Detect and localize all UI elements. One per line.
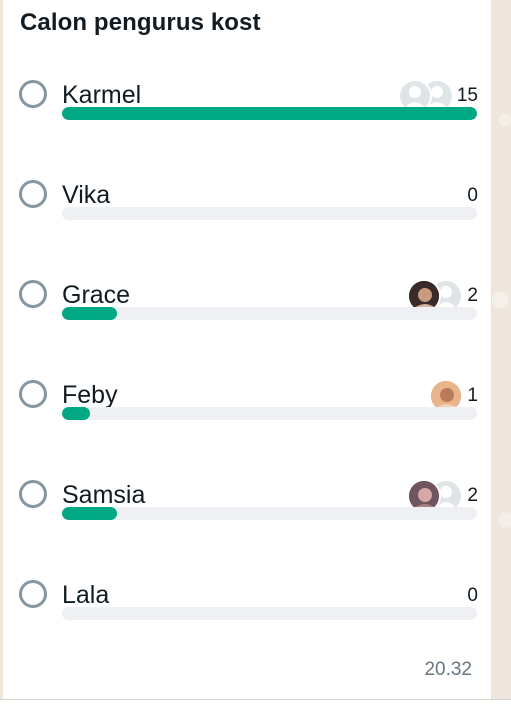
vote-progress-track bbox=[62, 407, 477, 420]
poll-title: Calon pengurus kost bbox=[20, 9, 261, 36]
vote-progress-fill bbox=[62, 507, 117, 520]
poll-option-1[interactable]: Karmel 15 bbox=[3, 79, 491, 160]
vote-count: 0 bbox=[467, 585, 478, 606]
radio-button[interactable] bbox=[19, 480, 47, 508]
vote-progress-fill bbox=[62, 407, 90, 420]
poll-option-label: Vika bbox=[62, 181, 111, 209]
poll-option-label: Lala bbox=[62, 581, 110, 609]
vote-count: 2 bbox=[467, 285, 478, 306]
vote-progress-track bbox=[62, 207, 477, 220]
vote-count: 0 bbox=[467, 185, 478, 206]
radio-button[interactable] bbox=[19, 80, 47, 108]
radio-button[interactable] bbox=[19, 180, 47, 208]
radio-button[interactable] bbox=[19, 380, 47, 408]
poll-option-4[interactable]: Feby 1 bbox=[3, 379, 491, 460]
poll-option-6[interactable]: Lala 0 bbox=[3, 580, 491, 660]
vote-progress-fill bbox=[62, 307, 117, 320]
poll-option-label: Karmel bbox=[62, 81, 142, 109]
vote-progress-fill bbox=[62, 107, 477, 120]
vote-progress-track bbox=[62, 307, 477, 320]
poll-option-3[interactable]: Grace 2 bbox=[3, 279, 491, 360]
radio-button[interactable] bbox=[19, 280, 47, 308]
radio-button[interactable] bbox=[19, 580, 47, 608]
poll-option-label: Samsia bbox=[62, 481, 146, 509]
vote-count: 15 bbox=[456, 85, 478, 106]
poll-option-label: Grace bbox=[62, 281, 131, 309]
poll-option-5[interactable]: Samsia 2 bbox=[3, 479, 491, 560]
vote-progress-track bbox=[62, 607, 477, 620]
vote-progress-track bbox=[62, 107, 477, 120]
poll-option-label: Feby bbox=[62, 381, 118, 409]
message-timestamp: 20.32 bbox=[424, 659, 472, 680]
view-votes-bar[interactable] bbox=[0, 700, 511, 715]
poll-card: Calon pengurus kost Karmel 15 Vika 0 Grace 2 F… bbox=[3, 0, 492, 699]
vote-count: 2 bbox=[467, 485, 478, 506]
vote-count: 1 bbox=[467, 385, 478, 406]
vote-progress-track bbox=[62, 507, 477, 520]
poll-option-2[interactable]: Vika 0 bbox=[3, 180, 491, 260]
